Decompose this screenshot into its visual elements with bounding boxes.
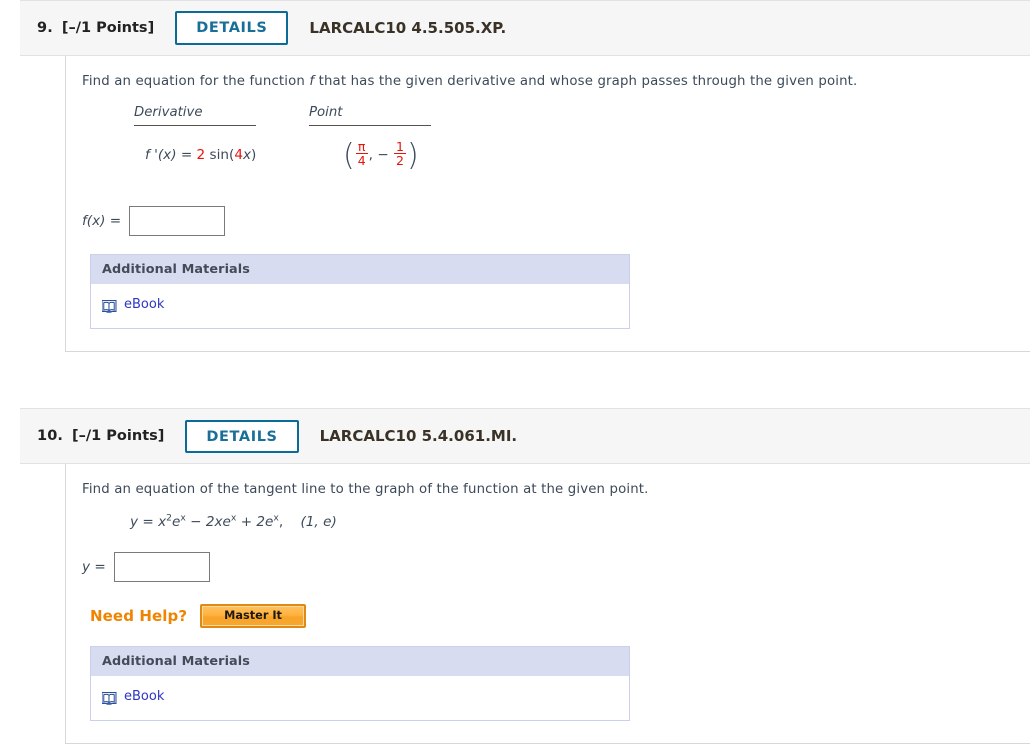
additional-materials-body: eBook [91, 676, 629, 720]
equation-term1-e-exponent: x [180, 512, 186, 523]
question-header-9: 9. [–/1 Points] DETAILS LARCALC10 4.5.50… [20, 0, 1030, 56]
details-button[interactable]: DETAILS [185, 419, 299, 454]
answer-label: y = [82, 558, 106, 575]
tangent-equation: y = x2ex − 2xex + 2ex, (1, e) [130, 512, 1030, 530]
question-body-9: Find an equation for the function f that… [65, 56, 1030, 353]
equation-term1-var: x [158, 513, 167, 530]
derivative-point-table: Derivative f '(x) = 2 sin(4 x) Point ( π [134, 105, 1030, 184]
derivative-close-paren: ) [251, 147, 257, 164]
equation-equals: = [142, 513, 154, 530]
point-x-numerator: π [357, 139, 366, 155]
answer-input-fx[interactable] [129, 206, 226, 237]
derivative-inner-variable: x [242, 147, 252, 164]
book-icon [101, 690, 117, 705]
derivative-column: Derivative f '(x) = 2 sin(4 x) [134, 105, 309, 184]
question-points: [–/1 Points] [72, 428, 165, 445]
point-y-denominator: 2 [396, 153, 404, 169]
question-header-10: 10. [–/1 Points] DETAILS LARCALC10 5.4.0… [20, 408, 1030, 465]
question-body-tail [82, 329, 1030, 351]
equation-term2-exponent: x [230, 512, 237, 523]
question-separator [0, 352, 1030, 408]
point-x-fraction: π 4 [355, 139, 368, 169]
answer-row-10: y = [82, 551, 1030, 582]
additional-materials-panel-9: Additional Materials eBook [90, 254, 630, 330]
column-header-derivative: Derivative [134, 105, 203, 121]
equation-op2: + [240, 513, 253, 530]
additional-materials-title: Additional Materials [91, 255, 629, 285]
question-prompt: Find an equation for the function f that… [82, 72, 1030, 91]
question-body-10: Find an equation of the tangent line to … [65, 464, 1030, 744]
question-body-tail [82, 721, 1030, 743]
need-help-label: Need Help? [90, 606, 188, 625]
point-comma: , [368, 147, 373, 164]
answer-row-9: f(x) = [82, 206, 1030, 237]
point-expression: ( π 4 , − 1 2 ) [343, 138, 419, 174]
question-points: [–/1 Points] [61, 20, 155, 36]
point-column: Point ( π 4 , − 1 2) [309, 105, 484, 184]
question-block-10: 10. [–/1 Points] DETAILS LARCALC10 5.4.0… [0, 408, 1030, 744]
additional-materials-title: Additional Materials [91, 646, 629, 676]
equation-point: (1, e) [300, 513, 337, 530]
equation-lhs: y [130, 513, 139, 530]
point-x-denominator: 4 [357, 153, 366, 169]
equation-comma: , [278, 513, 284, 530]
assignment-page: 9. [–/1 Points] DETAILS LARCALC10 4.5.50… [0, 0, 1030, 744]
master-it-button[interactable]: Master It [200, 603, 306, 628]
column-header-point: Point [309, 105, 343, 121]
question-block-9: 9. [–/1 Points] DETAILS LARCALC10 4.5.50… [0, 0, 1030, 353]
answer-input-y[interactable] [113, 551, 210, 582]
equation-op1: − [190, 513, 202, 530]
equation-term2: 2xe [205, 513, 231, 530]
prompt-text-after: that has the given derivative and whose … [314, 74, 858, 89]
prompt-text-before: Find an equation for the function [82, 74, 310, 89]
equation-term3: 2e [256, 513, 274, 530]
question-number: 9. [37, 20, 53, 36]
need-help-row: Need Help? Master It [90, 603, 1030, 628]
question-prompt: Find an equation of the tangent line to … [82, 482, 649, 498]
additional-materials-body: eBook [91, 284, 629, 328]
ebook-link[interactable]: eBook [124, 689, 164, 704]
additional-materials-panel-10: Additional Materials eBook [90, 645, 630, 721]
ebook-link[interactable]: eBook [124, 297, 164, 312]
derivative-expression: f '(x) = 2 sin(4 x) [134, 126, 309, 184]
derivative-func: sin( [209, 147, 235, 164]
derivative-equals: = [180, 147, 193, 164]
derivative-coefficient: 2 [196, 147, 206, 164]
point-minus: − [377, 147, 389, 164]
answer-label: f(x) = [82, 213, 122, 230]
point-y-numerator: 1 [396, 139, 404, 155]
details-button[interactable]: DETAILS [175, 11, 289, 45]
question-number: 10. [37, 428, 63, 445]
derivative-fprime: f '(x) [145, 147, 177, 164]
derivative-inner-coefficient: 4 [234, 147, 243, 164]
book-icon [101, 298, 117, 314]
point-y-fraction: 1 2 [394, 140, 406, 168]
question-code: LARCALC10 5.4.061.MI. [319, 427, 518, 446]
question-code: LARCALC10 4.5.505.XP. [309, 19, 507, 37]
